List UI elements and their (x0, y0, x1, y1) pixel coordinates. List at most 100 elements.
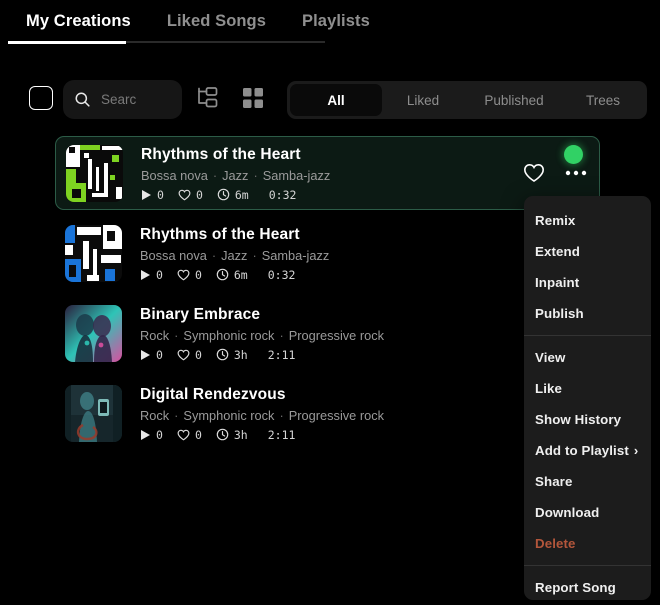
search-icon (75, 92, 90, 107)
tag-separator: · (253, 167, 258, 183)
song-tags: Bossa nova · Jazz · Samba-jazz (140, 247, 590, 264)
like-count-value: 0 (194, 267, 202, 282)
menu-item-extend[interactable]: Extend (524, 236, 651, 267)
song-row[interactable]: Digital Rendezvous Rock · Symphonic rock · P… (55, 376, 600, 450)
song-row[interactable]: Binary Embrace Rock · Symphonic rock · Progr… (55, 296, 600, 370)
filter-segmented-control: All Liked Published Trees (287, 81, 647, 119)
clock-icon (216, 428, 229, 441)
menu-item-label: Remix (535, 213, 576, 228)
filter-published[interactable]: Published (464, 84, 564, 116)
song-thumbnail[interactable] (65, 224, 122, 282)
song-tags: Bossa nova · Jazz · Samba-jazz (141, 167, 589, 184)
tab-playlists[interactable]: Playlists (284, 8, 388, 41)
menu-item-label: View (535, 350, 566, 365)
filter-all[interactable]: All (290, 84, 382, 116)
grid-icon[interactable] (240, 85, 266, 116)
menu-item-show-history[interactable]: Show History (524, 404, 651, 435)
heart-icon (178, 189, 191, 200)
menu-item-add-to-playlist[interactable]: Add to Playlist › (524, 435, 651, 466)
play-count-value: 0 (156, 347, 163, 362)
song-title: Digital Rendezvous (140, 385, 286, 403)
song-tag: Jazz (221, 247, 248, 263)
top-nav-tabs: My Creations Liked Songs Playlists (0, 0, 660, 41)
play-icon (141, 429, 150, 440)
song-tag: Progressive rock (288, 327, 385, 343)
song-age-value: 3h (233, 347, 248, 362)
menu-item-label: Report Song (535, 580, 616, 595)
heart-icon (177, 349, 190, 360)
select-all-checkbox[interactable] (29, 86, 53, 110)
tag-separator: · (174, 327, 179, 343)
song-tag: Symphonic rock (183, 407, 275, 423)
like-count-value: 0 (195, 187, 203, 202)
song-row[interactable]: Rhythms of the Heart Bossa nova · Jazz · Sam… (55, 216, 600, 290)
search-input[interactable]: Searc (63, 80, 182, 119)
menu-item-delete[interactable]: Delete (524, 528, 651, 559)
song-thumbnail[interactable] (65, 384, 122, 442)
like-count: 0 (177, 348, 202, 362)
filter-liked[interactable]: Liked (382, 84, 464, 116)
menu-item-like[interactable]: Like (524, 373, 651, 404)
song-thumbnail[interactable] (66, 144, 123, 202)
song-age-value: 6m (233, 267, 248, 282)
song-row[interactable]: Rhythms of the Heart Bossa nova · Jazz · Sam… (55, 136, 600, 210)
song-duration: 0:32 (268, 187, 297, 202)
status-badge (564, 145, 583, 164)
song-tag: Rock (140, 407, 170, 423)
more-options-icon[interactable] (565, 170, 587, 176)
like-count: 0 (177, 268, 202, 282)
song-stats: 0 0 3h 2:11 (140, 348, 590, 362)
menu-item-view[interactable]: View (524, 342, 651, 373)
song-meta: Digital Rendezvous Rock · Symphonic rock · P… (140, 385, 590, 442)
song-stats: 0 0 6m 0:32 (140, 268, 590, 282)
menu-item-publish[interactable]: Publish (524, 298, 651, 329)
song-thumbnail[interactable] (65, 304, 122, 362)
song-tag: Symphonic rock (183, 327, 275, 343)
song-tag: Bossa nova (140, 247, 207, 263)
song-meta: Rhythms of the Heart Bossa nova · Jazz · Sam… (140, 225, 590, 282)
play-count: 0 (140, 428, 163, 442)
filter-trees[interactable]: Trees (564, 84, 642, 116)
play-count: 0 (140, 348, 163, 362)
tag-separator: · (279, 327, 284, 343)
song-context-menu: Remix Extend Inpaint Publish View Like Show Hi… (524, 196, 651, 600)
tag-separator: · (174, 407, 179, 423)
tab-liked-songs[interactable]: Liked Songs (149, 8, 284, 41)
menu-separator (524, 565, 651, 566)
clock-icon (217, 188, 230, 201)
song-age-value: 3h (233, 427, 248, 442)
play-icon (141, 349, 150, 360)
top-navigation: My Creations Liked Songs Playlists (0, 0, 660, 46)
menu-item-report-song[interactable]: Report Song (524, 572, 651, 600)
song-title: Rhythms of the Heart (140, 225, 300, 243)
app-root: My Creations Liked Songs Playlists Searc A… (0, 0, 660, 605)
menu-item-label: Like (535, 381, 563, 396)
song-tags: Rock · Symphonic rock · Progressive rock (140, 407, 590, 424)
like-count: 0 (178, 188, 203, 202)
tab-my-creations[interactable]: My Creations (8, 8, 149, 41)
heart-icon (177, 429, 190, 440)
play-icon (141, 269, 150, 280)
song-age-value: 6m (234, 187, 249, 202)
song-tag: Samba-jazz (261, 247, 330, 263)
like-count: 0 (177, 428, 202, 442)
song-title: Rhythms of the Heart (141, 145, 301, 163)
song-stats: 0 0 3h 2:11 (140, 428, 590, 442)
like-button-icon[interactable] (523, 163, 545, 183)
menu-item-label: Publish (535, 306, 584, 321)
play-icon (142, 189, 151, 200)
song-tag: Jazz (222, 167, 249, 183)
song-row-actions (523, 163, 587, 183)
menu-item-download[interactable]: Download (524, 497, 651, 528)
folder-tree-icon[interactable] (194, 85, 220, 116)
song-tag: Progressive rock (288, 407, 385, 423)
menu-item-label: Inpaint (535, 275, 580, 290)
tag-separator: · (279, 407, 284, 423)
menu-item-inpaint[interactable]: Inpaint (524, 267, 651, 298)
song-age: 3h (216, 348, 248, 362)
menu-item-label: Share (535, 474, 573, 489)
song-tag: Rock (140, 327, 170, 343)
menu-item-remix[interactable]: Remix (524, 205, 651, 236)
heart-icon (177, 269, 190, 280)
menu-item-share[interactable]: Share (524, 466, 651, 497)
